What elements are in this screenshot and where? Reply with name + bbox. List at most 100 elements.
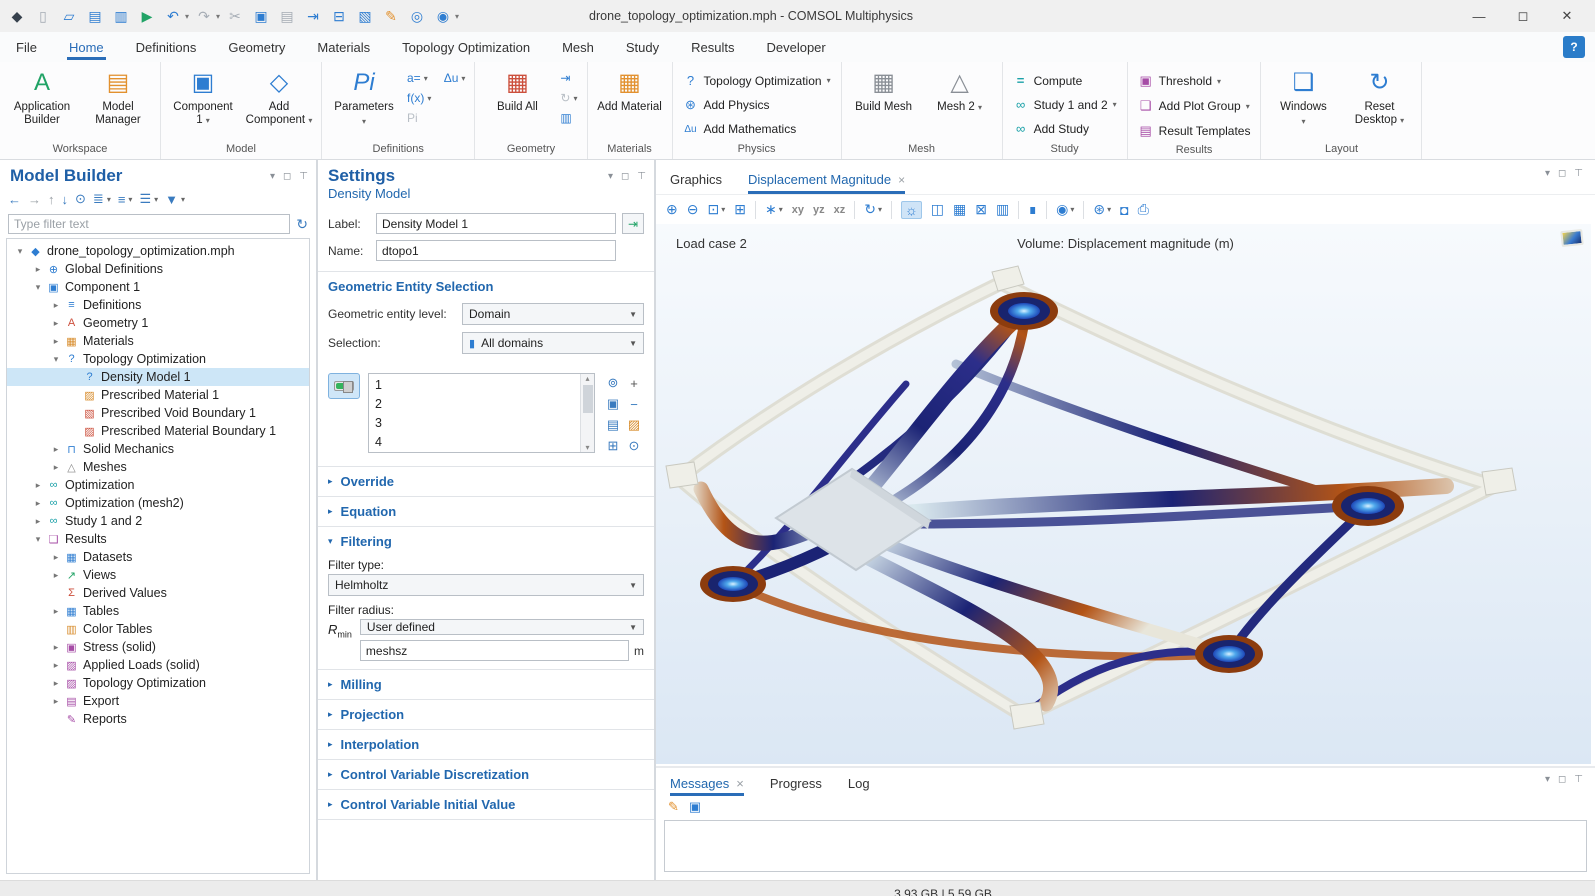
back-icon[interactable]: ← [8,192,21,207]
add-physics-button[interactable]: ⊛ Add Physics [679,95,835,115]
maximize-button[interactable]: ◻ [1501,1,1545,31]
pin-panel-icon[interactable]: ⊤ [299,171,308,182]
pin-panel-icon[interactable]: ⊤ [1574,774,1583,785]
transparency-icon[interactable]: ◫ [931,201,944,218]
tab-file[interactable]: File [14,35,39,60]
forward-icon[interactable]: → [28,192,41,207]
topology-optimization-button[interactable]: ? Topology Optimization▾ [679,71,835,90]
tree-item-derived-values[interactable]: ΣDerived Values [7,584,309,602]
selection-list[interactable]: 1 2 3 4 ▴ ▾ [368,373,595,453]
add-to-selection-icon[interactable]: + [624,373,644,393]
tree-item-drone-topology-optimization-mph[interactable]: ▾◆drone_topology_optimization.mph [7,242,309,260]
scroll-up-icon[interactable]: ▴ [585,374,589,383]
expand-node-icon[interactable]: ▸ [49,570,63,581]
panel-menu-icon[interactable]: ▾ [608,171,613,182]
duplicate-icon[interactable]: ⇥ [302,5,324,27]
selection-select[interactable]: ▮ All domains▼ [462,332,644,354]
collapse-node-icon[interactable]: ▾ [31,282,45,293]
find-icon[interactable]: ◎ [406,5,428,27]
view-xz-icon[interactable]: xz [834,204,846,216]
zoom-extents-icon[interactable]: ⊞ [734,201,746,218]
show-axes-icon[interactable]: ⊠ [975,201,987,218]
expand-node-icon[interactable]: ▸ [49,678,63,689]
mesh-2-button[interactable]: △ Mesh 2 ▾ [924,66,996,118]
rename-icon[interactable]: ⇥ [622,213,644,234]
tab-developer[interactable]: Developer [764,35,827,60]
remove-from-selection-icon[interactable]: − [624,394,644,414]
collapse-node-icon[interactable]: ▾ [31,534,45,545]
open-file-icon[interactable]: ▱ [58,5,80,27]
tree-item-datasets[interactable]: ▸▦Datasets [7,548,309,566]
expand-node-icon[interactable]: ▸ [49,300,63,311]
save-icon[interactable]: ▤ [84,5,106,27]
tab-displacement-magnitude[interactable]: Displacement Magnitude× [748,172,905,194]
tree-item-reports[interactable]: ✎Reports [7,710,309,728]
plot-thumbnail-icon[interactable] [1560,229,1584,247]
model-manager-button[interactable]: ▤ Model Manager [82,66,154,131]
tree-item-applied-loads-solid[interactable]: ▸▨Applied Loads (solid) [7,656,309,674]
application-builder-button[interactable]: A Application Builder [6,66,78,131]
tab-definitions[interactable]: Definitions [134,35,199,60]
delete-icon[interactable]: ⊟ [328,5,350,27]
add-study-button[interactable]: ∞ Add Study [1009,119,1121,138]
tab-materials[interactable]: Materials [315,35,372,60]
move-down-icon[interactable]: ↓ [62,192,69,207]
result-templates-button[interactable]: ▤ Result Templates [1134,121,1255,141]
section-projection[interactable]: ▸Projection [318,699,654,729]
section-override[interactable]: ▸Override [318,466,654,496]
view-yz-icon[interactable]: yz [813,204,825,216]
default-view-icon[interactable]: ∗▾ [765,201,783,218]
name-field[interactable] [376,240,616,261]
expand-node-icon[interactable]: ▸ [31,498,45,509]
tab-study[interactable]: Study [624,35,661,60]
tab-mesh[interactable]: Mesh [560,35,596,60]
add-material-button[interactable]: ▦ Add Material [594,66,666,118]
filter-icon[interactable]: ▼ [165,192,178,207]
clear-messages-icon[interactable]: ✎ [668,799,679,815]
preferences-icon[interactable]: ◉ [432,5,454,27]
component-1-button[interactable]: ▣ Component 1 ▾ [167,66,239,131]
view-xy-icon[interactable]: xy [792,204,804,216]
tab-log[interactable]: Log [848,776,870,796]
tab-home[interactable]: Home [67,35,106,60]
scene-light-icon[interactable]: ☼ [901,201,922,219]
environment-icon[interactable]: ⊛▾ [1093,201,1111,218]
geometry-import-icon[interactable]: ⇥ [557,70,580,86]
tab-progress[interactable]: Progress [770,776,822,796]
expand-node-icon[interactable]: ▸ [49,552,63,563]
add-component-button[interactable]: ◇ Add Component ▾ [243,66,315,131]
close-button[interactable]: ✕ [1545,1,1589,31]
tree-item-topology-optimization[interactable]: ▾?Topology Optimization [7,350,309,368]
zoom-out-icon[interactable]: ⊖ [687,201,699,218]
collapse-node-icon[interactable]: ▾ [49,354,63,365]
add-mathematics-button[interactable]: Δu Add Mathematics [679,120,835,138]
float-panel-icon[interactable]: ◻ [621,171,629,182]
parameters-button[interactable]: Pi Parameters ▾ [328,66,400,130]
undo-icon[interactable]: ↶ [162,5,184,27]
panel-menu-icon[interactable]: ▾ [270,171,275,182]
windows-button[interactable]: ❑ Windows ▾ [1267,66,1339,130]
expand-all-icon[interactable]: ≣ [93,191,104,207]
float-panel-icon[interactable]: ◻ [283,171,291,182]
expand-node-icon[interactable]: ▸ [49,642,63,653]
scroll-thumb[interactable] [583,385,593,413]
build-all-button[interactable]: ▦ Build All [481,66,553,118]
tab-topology-optimization[interactable]: Topology Optimization [400,35,532,60]
tree-item-tables[interactable]: ▸▦Tables [7,602,309,620]
expand-node-icon[interactable]: ▸ [49,660,63,671]
tree-item-materials[interactable]: ▸▦Materials [7,332,309,350]
tree-item-geometry-1[interactable]: ▸AGeometry 1 [7,314,309,332]
panel-menu-icon[interactable]: ▾ [1545,774,1550,785]
build-mesh-button[interactable]: ▦ Build Mesh [848,66,920,118]
tree-item-prescribed-material-boundary-1[interactable]: ▨Prescribed Material Boundary 1 [7,422,309,440]
color-legend-icon[interactable]: ▥ [996,201,1009,218]
section-control-variable-initial-value[interactable]: ▸Control Variable Initial Value [318,789,654,820]
tab-graphics-window[interactable]: Graphics [670,172,722,194]
nonlocal-couplings-button[interactable]: Δu▾ [441,70,469,86]
virtual-operations-icon[interactable]: ▥ [557,110,580,126]
active-toggle-button[interactable] [328,373,360,399]
rotate-view-icon[interactable]: ↻▾ [864,201,882,218]
run-icon[interactable]: ▶ [136,5,158,27]
tree-item-prescribed-void-boundary-1[interactable]: ▧Prescribed Void Boundary 1 [7,404,309,422]
clear-selection-icon[interactable]: ✎ [380,5,402,27]
